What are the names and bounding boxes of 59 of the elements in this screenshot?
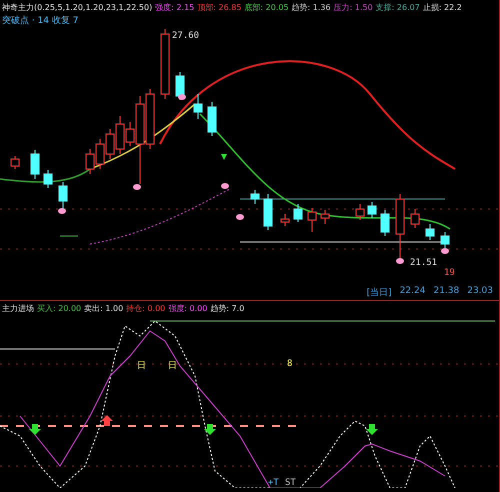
indicator-value: 支撑: 26.07 xyxy=(376,2,420,12)
candlestick xyxy=(86,148,94,174)
indicator-value: 止损: 22.2 xyxy=(422,2,462,12)
indicator-value: 主力进场 xyxy=(2,303,34,314)
indicator-value: 神奇主力(0.25,5,1.20,1.20,23,1,22.50) xyxy=(2,2,152,12)
candlestick xyxy=(208,102,216,136)
candlestick xyxy=(308,208,316,232)
candlestick xyxy=(176,72,184,100)
candlestick xyxy=(194,94,202,120)
high-price-label: 27.60 xyxy=(172,31,200,41)
candlestick xyxy=(160,28,170,100)
candlestick xyxy=(250,190,260,204)
info-value: 22.24 xyxy=(400,286,426,298)
low-price-label: 21.51 xyxy=(410,258,438,268)
indicator-value: 卖出: 1.00 xyxy=(84,303,124,314)
signal-dot xyxy=(178,94,186,100)
signal-label: 日 xyxy=(168,361,177,371)
candlestick xyxy=(356,204,364,220)
info-value: 21.38 xyxy=(433,286,460,298)
indicator-value: 趋势: 1.36 xyxy=(292,2,331,12)
candlestick xyxy=(380,210,390,236)
candlestick xyxy=(96,138,104,170)
info-label: [当日] xyxy=(366,286,392,298)
candlestick xyxy=(320,210,330,224)
triangle-marker xyxy=(221,154,227,160)
candlestick xyxy=(280,214,290,226)
signal-label: 日 xyxy=(137,361,146,371)
signal-label: ST xyxy=(285,478,296,488)
candlestick xyxy=(106,128,114,160)
candlestick xyxy=(264,194,272,230)
candlestick xyxy=(396,194,404,260)
info-value: 23.03 xyxy=(467,286,493,298)
signal-label: +T xyxy=(268,478,279,488)
candlestick xyxy=(410,208,420,228)
count-label: 19 xyxy=(444,268,455,278)
indicator-value: 强度: 0.00 xyxy=(168,303,208,314)
signal-dot xyxy=(441,248,449,254)
indicator-value: 买入: 20.00 xyxy=(37,303,82,314)
indicator-value: 趋势: 7.0 xyxy=(210,303,244,314)
candlestick xyxy=(44,170,52,188)
signal-dot xyxy=(133,184,141,190)
candlestick xyxy=(10,156,20,170)
indicator-value: 顶部: 26.85 xyxy=(197,2,242,12)
signal-dot xyxy=(221,183,229,189)
indicator-value: 压力: 1.50 xyxy=(334,2,373,12)
candlestick xyxy=(30,150,40,180)
candlestick xyxy=(58,182,68,210)
signal-dot xyxy=(58,208,66,214)
indicator-legend: 突破点 · 14 收复 7 xyxy=(0,14,499,26)
signal-dot xyxy=(396,258,404,264)
candlestick xyxy=(294,204,302,222)
signal-dot xyxy=(236,214,244,220)
signal-label: 8 xyxy=(287,359,292,369)
indicator-value: 底部: 20.05 xyxy=(244,2,289,12)
indicator-value: 强度: 2.15 xyxy=(155,2,194,12)
candlestick xyxy=(368,202,376,218)
candlestick xyxy=(440,232,450,248)
candlestick xyxy=(426,224,434,240)
indicator-value: 持仓: 0.00 xyxy=(126,303,166,314)
